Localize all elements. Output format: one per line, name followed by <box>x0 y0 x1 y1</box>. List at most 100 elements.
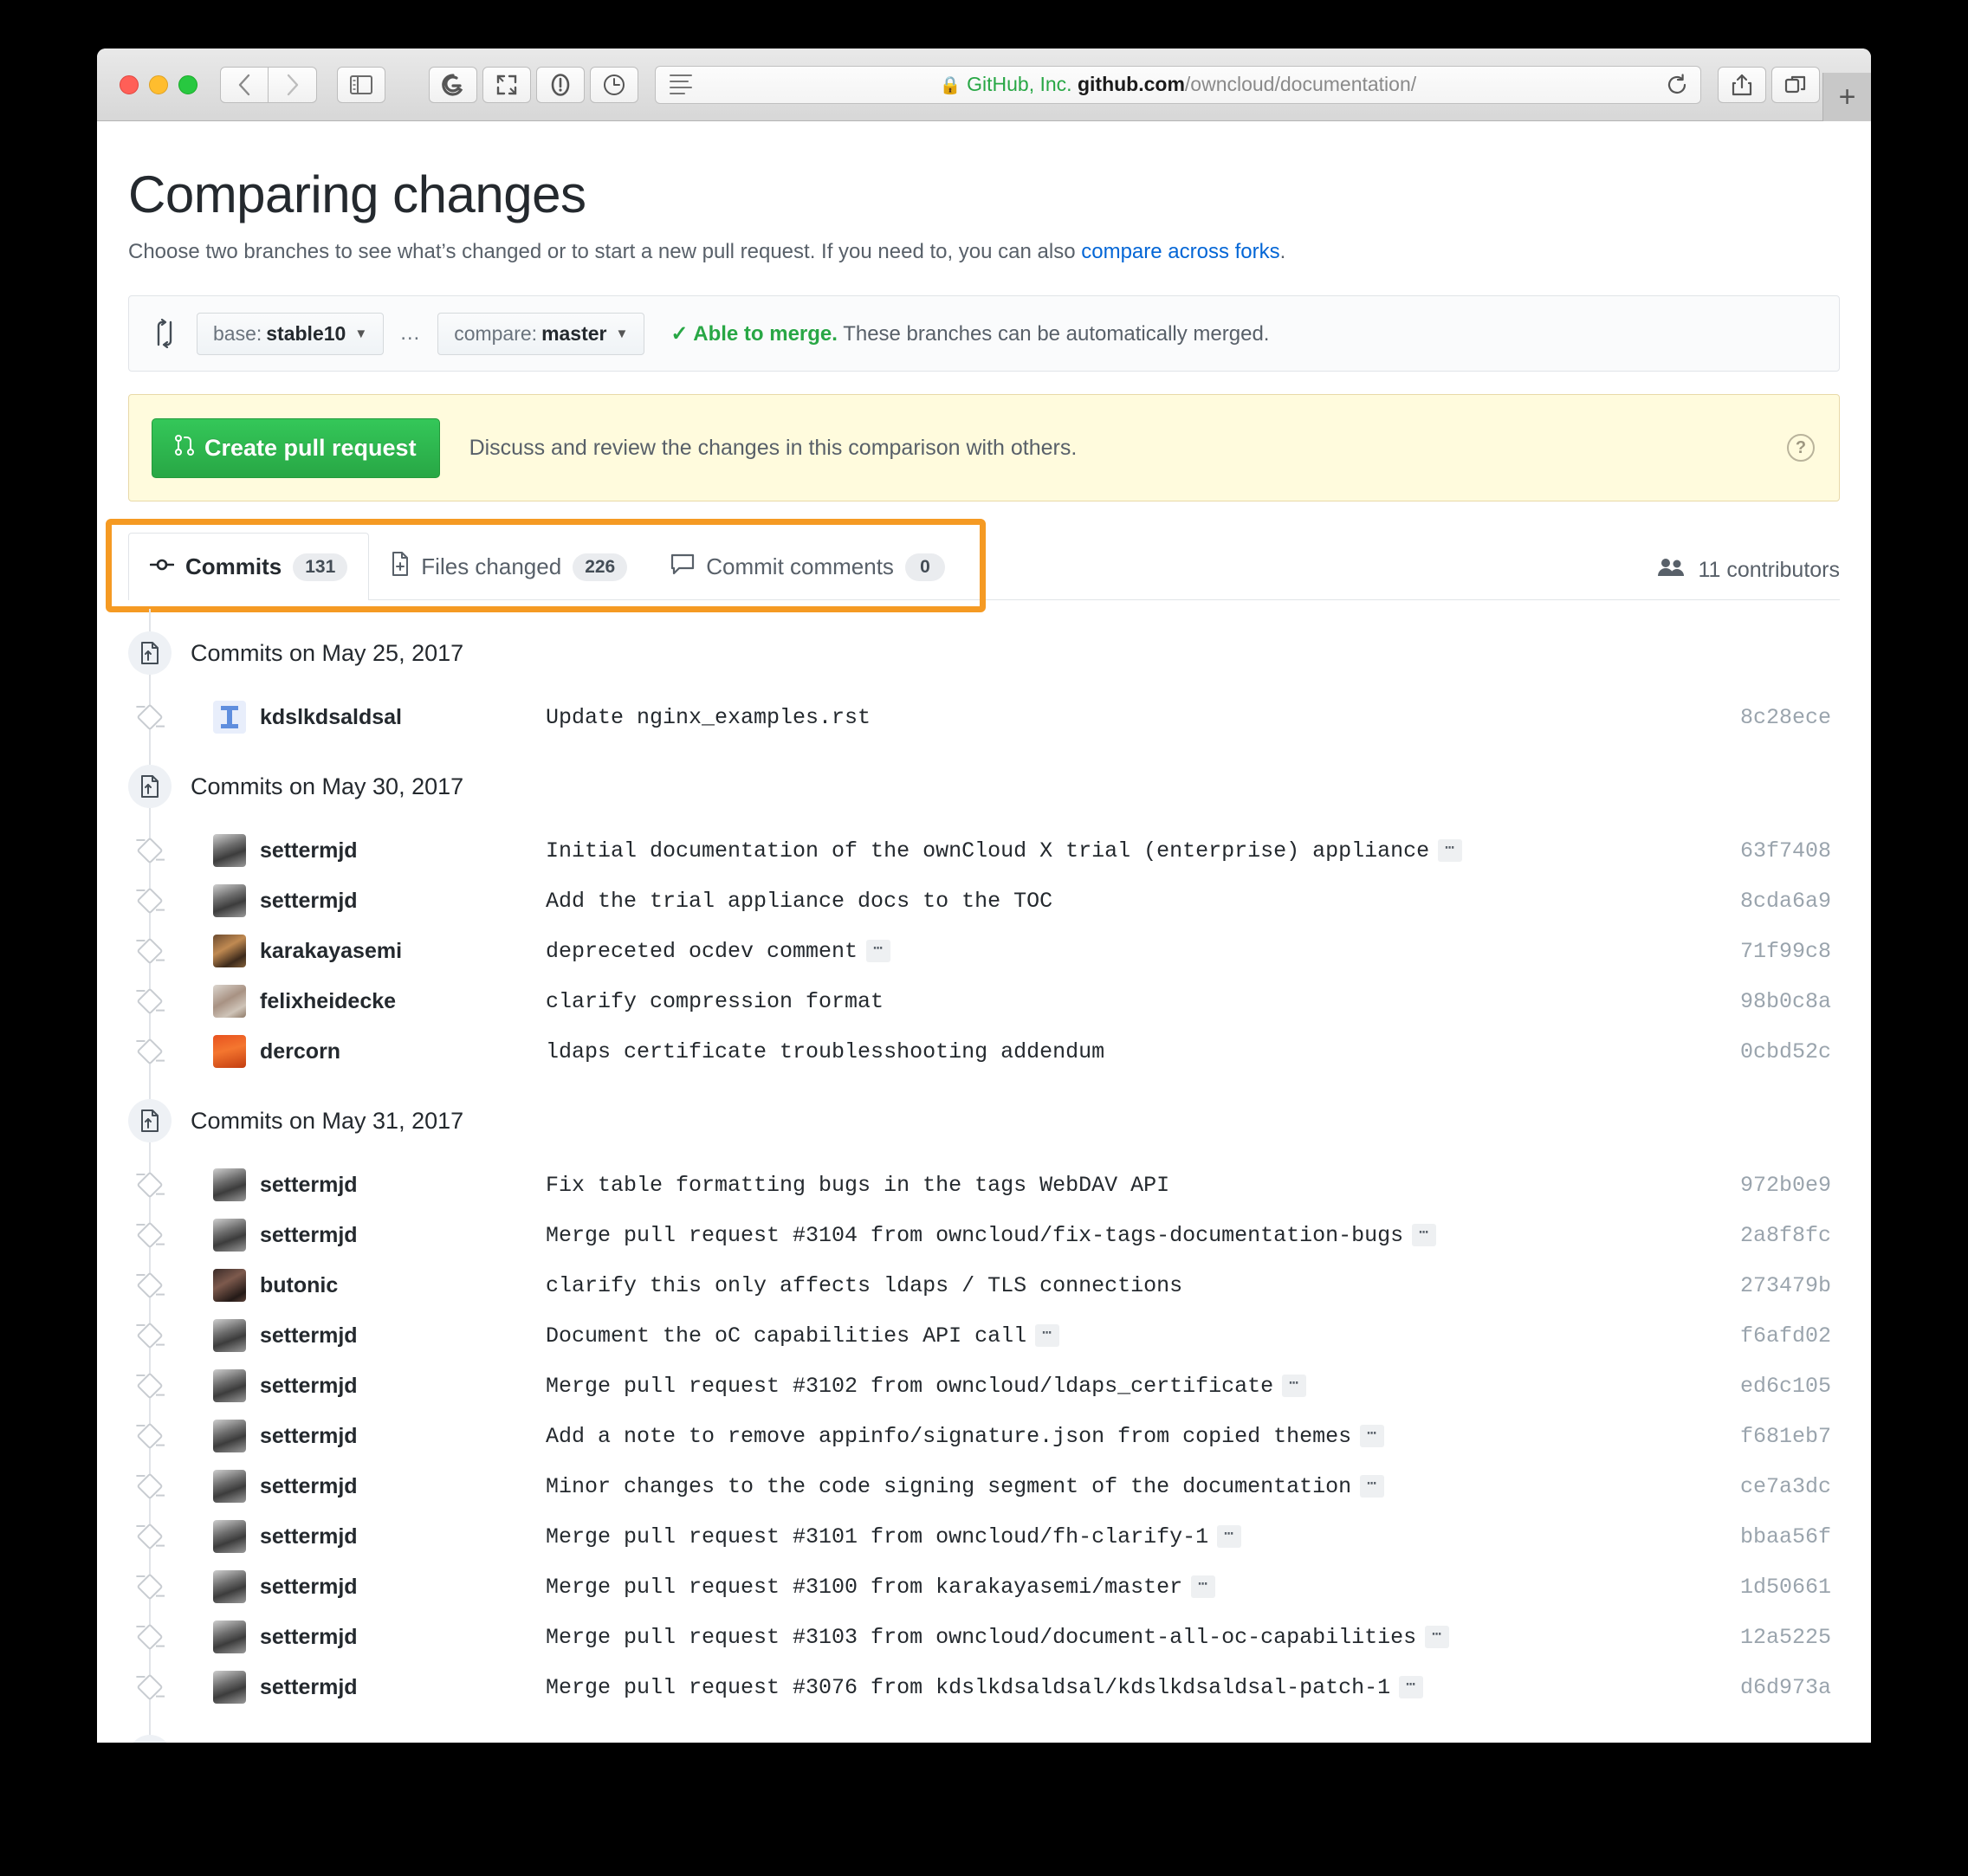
tab-files-changed[interactable]: Files changed 226 <box>369 533 649 600</box>
commit-message[interactable]: Merge pull request #3100 from karakayase… <box>546 1575 1215 1600</box>
commit-message[interactable]: clarify this only affects ldaps / TLS co… <box>546 1273 1182 1298</box>
commit-message[interactable]: Merge pull request #3101 from owncloud/f… <box>546 1524 1241 1549</box>
forward-button[interactable] <box>269 66 317 103</box>
expand-commit-message-button[interactable]: ⋯ <box>866 940 890 962</box>
avatar[interactable] <box>213 701 246 734</box>
avatar[interactable] <box>213 834 246 867</box>
expand-commit-message-button[interactable]: ⋯ <box>1035 1324 1059 1347</box>
commit-author[interactable]: butonic <box>260 1273 546 1298</box>
commit-sha[interactable]: d6d973a <box>1740 1675 1840 1700</box>
expand-commit-message-button[interactable]: ⋯ <box>1438 839 1463 862</box>
share-icon[interactable] <box>1718 66 1766 103</box>
commit-sha[interactable]: ce7a3dc <box>1740 1474 1840 1499</box>
commit-sha[interactable]: 972b0e9 <box>1740 1173 1840 1198</box>
compare-across-forks-link[interactable]: compare across forks <box>1081 240 1279 263</box>
commit-author[interactable]: settermjd <box>260 1374 546 1399</box>
minimize-window-button[interactable] <box>149 74 168 94</box>
commit-author[interactable]: settermjd <box>260 1424 546 1449</box>
commit-message[interactable]: Merge pull request #3102 from owncloud/l… <box>546 1374 1306 1399</box>
fullscreen-icon[interactable] <box>482 66 531 103</box>
grammarly-icon[interactable] <box>429 66 477 103</box>
commit-author[interactable]: settermjd <box>260 1625 546 1650</box>
help-icon[interactable]: ? <box>1787 434 1815 462</box>
commit-author[interactable]: settermjd <box>260 1524 546 1549</box>
expand-commit-message-button[interactable]: ⋯ <box>1191 1575 1215 1598</box>
commit-message[interactable]: Merge pull request #3076 from kdslkdsald… <box>546 1675 1424 1700</box>
avatar[interactable] <box>213 1269 246 1302</box>
tab-commits[interactable]: Commits 131 <box>128 533 370 600</box>
commit-author[interactable]: dercorn <box>260 1039 546 1064</box>
avatar[interactable] <box>213 1369 246 1402</box>
commit-sha[interactable]: ed6c105 <box>1740 1374 1840 1399</box>
commit-message[interactable]: Add the trial appliance docs to the TOC <box>546 889 1052 914</box>
commit-row[interactable]: settermjd Merge pull request #3100 from k… <box>128 1562 1840 1612</box>
commit-message[interactable]: Merge pull request #3103 from owncloud/d… <box>546 1625 1450 1650</box>
avatar[interactable] <box>213 884 246 917</box>
avatar[interactable] <box>213 1520 246 1553</box>
expand-commit-message-button[interactable]: ⋯ <box>1282 1375 1306 1397</box>
commit-sha[interactable]: 1d50661 <box>1740 1575 1840 1600</box>
commit-author[interactable]: settermjd <box>260 1675 546 1700</box>
commit-message[interactable]: Document the oC capabilities API call ⋯ <box>546 1323 1059 1349</box>
reload-icon[interactable] <box>1664 72 1690 98</box>
back-button[interactable] <box>220 66 269 103</box>
commit-sha[interactable]: 2a8f8fc <box>1740 1223 1840 1248</box>
commit-sha[interactable]: 63f7408 <box>1740 838 1840 864</box>
avatar[interactable] <box>213 1671 246 1704</box>
commit-author[interactable]: settermjd <box>260 838 546 864</box>
close-window-button[interactable] <box>120 74 139 94</box>
commit-row[interactable]: butonic clarify this only affects ldaps /… <box>128 1260 1840 1310</box>
expand-commit-message-button[interactable]: ⋯ <box>1425 1626 1450 1648</box>
reader-view-icon[interactable] <box>656 74 704 94</box>
commit-sha[interactable]: 98b0c8a <box>1740 989 1840 1014</box>
base-branch-selector[interactable]: base: stable10 ▼ <box>197 312 385 355</box>
commit-message[interactable]: Add a note to remove appinfo/signature.j… <box>546 1424 1384 1449</box>
commit-sha[interactable]: 12a5225 <box>1740 1625 1840 1650</box>
expand-commit-message-button[interactable]: ⋯ <box>1360 1425 1384 1447</box>
commit-row[interactable]: settermjd Add a note to remove appinfo/si… <box>128 1411 1840 1461</box>
commit-row[interactable]: settermjd Merge pull request #3102 from o… <box>128 1361 1840 1411</box>
show-tabs-icon[interactable] <box>1771 66 1820 103</box>
avatar[interactable] <box>213 1420 246 1452</box>
commit-message[interactable]: Update nginx_examples.rst <box>546 705 871 730</box>
avatar[interactable] <box>213 1570 246 1603</box>
expand-commit-message-button[interactable]: ⋯ <box>1360 1475 1384 1498</box>
avatar[interactable] <box>213 1035 246 1068</box>
onepassword-icon[interactable] <box>536 66 585 103</box>
avatar[interactable] <box>213 985 246 1018</box>
commit-row[interactable]: karakayasemi depreceted ocdev comment ⋯ 71f… <box>128 926 1840 976</box>
commit-author[interactable]: felixheidecke <box>260 989 546 1014</box>
avatar[interactable] <box>213 1620 246 1653</box>
commit-author[interactable]: settermjd <box>260 1474 546 1499</box>
commit-row[interactable]: settermjd Fix table formatting bugs in th… <box>128 1160 1840 1210</box>
commit-message[interactable]: clarify compression format <box>546 989 884 1014</box>
commit-row[interactable]: settermjd Document the oC capabilities AP… <box>128 1310 1840 1361</box>
expand-commit-message-button[interactable]: ⋯ <box>1412 1224 1437 1246</box>
history-clock-icon[interactable] <box>590 66 638 103</box>
avatar[interactable] <box>213 1219 246 1252</box>
commit-author[interactable]: karakayasemi <box>260 939 546 964</box>
commit-message[interactable]: Merge pull request #3104 from owncloud/f… <box>546 1223 1437 1248</box>
maximize-window-button[interactable] <box>178 74 197 94</box>
commit-author[interactable]: settermjd <box>260 1323 546 1349</box>
avatar[interactable] <box>213 1319 246 1352</box>
commit-sha[interactable]: 8cda6a9 <box>1740 889 1840 914</box>
commit-row[interactable]: dercorn ldaps certificate troublesshootin… <box>128 1026 1840 1077</box>
commit-sha[interactable]: 8c28ece <box>1740 705 1840 730</box>
commit-row[interactable]: settermjd Initial documentation of the ow… <box>128 825 1840 876</box>
commit-row[interactable]: settermjd Merge pull request #3103 from o… <box>128 1612 1840 1662</box>
commit-message[interactable]: depreceted ocdev comment ⋯ <box>546 939 890 964</box>
commit-row[interactable]: settermjd Merge pull request #3101 from o… <box>128 1511 1840 1562</box>
commit-message[interactable]: Fix table formatting bugs in the tags We… <box>546 1173 1169 1198</box>
commit-row[interactable]: settermjd Merge pull request #3104 from o… <box>128 1210 1840 1260</box>
commit-message[interactable]: ldaps certificate troublesshooting adden… <box>546 1039 1104 1064</box>
commit-author[interactable]: kdslkdsaldsal <box>260 705 546 730</box>
commit-sha[interactable]: f681eb7 <box>1740 1424 1840 1449</box>
avatar[interactable] <box>213 1470 246 1503</box>
commit-author[interactable]: settermjd <box>260 1223 546 1248</box>
new-tab-button[interactable]: + <box>1822 73 1871 121</box>
commit-row[interactable]: felixheidecke clarify compression format 9… <box>128 976 1840 1026</box>
commit-sha[interactable]: 0cbd52c <box>1740 1039 1840 1064</box>
commit-row[interactable]: settermjd Minor changes to the code signi… <box>128 1461 1840 1511</box>
commit-message[interactable]: Minor changes to the code signing segmen… <box>546 1474 1384 1499</box>
